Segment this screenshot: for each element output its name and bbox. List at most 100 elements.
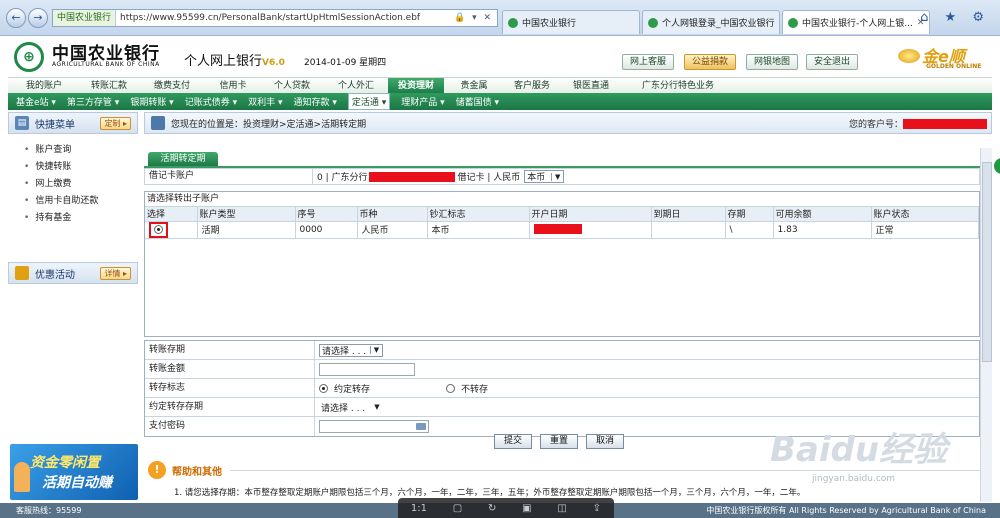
banner-line-2: 活期自动赚 bbox=[42, 475, 112, 491]
quick-item-online-payment[interactable]: 网上缴费 bbox=[24, 176, 138, 193]
share-icon[interactable]: ⇪ bbox=[593, 503, 601, 514]
quick-item-fast-transfer[interactable]: 快捷转账 bbox=[24, 159, 138, 176]
forward-icon[interactable]: → bbox=[28, 8, 48, 28]
rotate-icon[interactable]: ↻ bbox=[488, 503, 496, 514]
browser-tab-1[interactable]: 中国农业银行 bbox=[502, 10, 640, 34]
browser-chrome: ← → 中国农业银行 https://www.95599.cn/Personal… bbox=[0, 0, 1000, 36]
form-row-term: 转账存期 请选择 . . . ▼ bbox=[145, 341, 979, 360]
version-label: V6.0 bbox=[262, 58, 285, 68]
cancel-button[interactable]: 取消 bbox=[586, 434, 624, 449]
nav-my-account[interactable]: 我的账户 bbox=[8, 78, 80, 94]
table-header-row: 选择 账户类型 序号 币种 钞汇标志 开户日期 到期日 存期 可用余额 账户状态 bbox=[145, 207, 979, 222]
highlight-box bbox=[149, 221, 168, 238]
browser-tab-2[interactable]: 个人网银登录_中国农业银行 bbox=[642, 10, 780, 34]
abc-logo-icon: ⊕ bbox=[14, 42, 44, 72]
account-select-radio[interactable] bbox=[154, 224, 163, 234]
quick-item-funds[interactable]: 持有基金 bbox=[24, 210, 138, 227]
no-transfer-radio[interactable] bbox=[446, 383, 455, 393]
nav-transfer[interactable]: 转账汇款 bbox=[80, 78, 138, 94]
amount-input[interactable] bbox=[319, 362, 415, 376]
promo-detail-button[interactable]: 详情 ▸ bbox=[100, 266, 131, 280]
donation-button[interactable]: 公益捐款 bbox=[684, 54, 736, 70]
promo-header: 优惠活动 详情 ▸ bbox=[8, 262, 138, 284]
cell-term: \ bbox=[725, 221, 774, 239]
save-icon[interactable]: ▣ bbox=[522, 503, 531, 514]
subnav-dinghuotong[interactable]: 定活通 ▾ bbox=[347, 93, 391, 110]
reset-button[interactable]: 重置 bbox=[540, 434, 578, 449]
ebank-title: 个人网上银行V6.0 bbox=[184, 50, 285, 69]
compare-icon[interactable]: ◫ bbox=[557, 503, 566, 514]
form-row-agreed-term: 约定转存存期 请选择 . . . ▼ bbox=[145, 398, 979, 417]
subnav-savings-bond[interactable]: 储蓄国债 ▾ bbox=[456, 95, 499, 108]
nav-guangdong-special[interactable]: 广东分行特色业务 bbox=[622, 78, 734, 94]
gift-icon bbox=[15, 266, 29, 280]
subnav-bonds[interactable]: 记账式债券 ▾ bbox=[185, 95, 237, 108]
chevron-down-icon: ▼ bbox=[370, 346, 382, 354]
agreed-transfer-radio[interactable] bbox=[319, 383, 328, 393]
table-row[interactable]: 活期 0000 人民币 本币 \ 1.83 正常 bbox=[145, 221, 979, 239]
address-bar-icons[interactable]: 🔒 ▾ ✕ bbox=[454, 13, 497, 23]
form-row-flag: 转存标志 约定转存 不转存 bbox=[145, 379, 979, 398]
customize-button[interactable]: 定制 ▸ bbox=[100, 116, 131, 130]
safe-exit-button[interactable]: 安全退出 bbox=[806, 54, 858, 70]
browser-tab-3-active[interactable]: 中国农业银行-个人网上银... ✕ bbox=[782, 10, 930, 34]
cell-flag: 本币 bbox=[427, 221, 530, 239]
col-balance: 可用余额 bbox=[773, 207, 872, 222]
amount-label: 转账金额 bbox=[145, 360, 315, 378]
bank-name-en: AGRICULTURAL BANK OF CHINA bbox=[52, 61, 160, 68]
select-cell bbox=[145, 221, 198, 239]
subnav-shuanglifeng[interactable]: 双利丰 ▾ bbox=[248, 95, 282, 108]
url-text[interactable]: https://www.95599.cn/PersonalBank/startU… bbox=[116, 13, 454, 23]
tab-label: 个人网银登录_中国农业银行 bbox=[662, 19, 775, 29]
agreed-term-select[interactable]: 请选择 . . . ▼ bbox=[319, 400, 383, 414]
card-branch: 0 | 广东分行 bbox=[317, 173, 368, 183]
password-input[interactable] bbox=[319, 420, 429, 433]
nav-personal-loan[interactable]: 个人贷款 bbox=[260, 78, 324, 94]
col-cash-flag: 钞汇标志 bbox=[427, 207, 530, 222]
chevron-down-icon: ▼ bbox=[551, 172, 563, 181]
side-float-icon[interactable] bbox=[994, 158, 1000, 174]
term-select[interactable]: 请选择 . . . ▼ bbox=[319, 343, 383, 357]
nav-credit-card[interactable]: 信用卡 bbox=[206, 78, 260, 94]
current-date: 2014-01-09 星期四 bbox=[304, 58, 387, 68]
subnav-notice-deposit[interactable]: 通知存款 ▾ bbox=[293, 95, 336, 108]
address-bar[interactable]: 中国农业银行 https://www.95599.cn/PersonalBank… bbox=[52, 9, 498, 27]
card-type: 借记卡 | 人民币 bbox=[457, 173, 521, 183]
quick-menu-list: 账户查询 快捷转账 网上缴费 信用卡自助还款 持有基金 bbox=[8, 134, 138, 227]
currency-select[interactable]: 本币 ▼ bbox=[524, 170, 565, 183]
location-icon bbox=[151, 116, 165, 130]
quick-item-account-query[interactable]: 账户查询 bbox=[24, 142, 138, 159]
nav-customer-service[interactable]: 客户服务 bbox=[504, 78, 560, 94]
actual-size-icon[interactable]: 1:1 bbox=[411, 503, 427, 514]
scrollbar-thumb[interactable] bbox=[982, 162, 992, 362]
subnav-futures[interactable]: 银期转账 ▾ bbox=[130, 95, 173, 108]
subnav-third-party[interactable]: 第三方存管 ▾ bbox=[67, 95, 119, 108]
tab-current-to-fixed[interactable]: 活期转定期 bbox=[148, 152, 218, 166]
nav-investment[interactable]: 投资理财 bbox=[388, 77, 444, 94]
nav-hospital[interactable]: 银医直通 bbox=[560, 78, 622, 94]
hotline: 客服热线：95599 bbox=[16, 506, 82, 515]
site-identity-badge[interactable]: 中国农业银行 bbox=[53, 10, 117, 26]
debit-card-label: 借记卡账户 bbox=[145, 169, 313, 184]
home-star-gear-icons[interactable]: ⌂ ★ ⚙ bbox=[920, 10, 990, 25]
subnav-fund[interactable]: 基金e站 ▾ bbox=[16, 95, 56, 108]
nav-payment[interactable]: 缴费支付 bbox=[138, 78, 206, 94]
promo-banner[interactable]: 资金零闲置 活期自动赚 bbox=[10, 444, 138, 500]
quick-menu-title: 快捷菜单 bbox=[35, 119, 75, 131]
watermark-big: Baidu经验 bbox=[770, 430, 948, 470]
quick-item-card-repay[interactable]: 信用卡自助还款 bbox=[24, 193, 138, 210]
no-transfer-label: 不转存 bbox=[461, 384, 489, 395]
online-service-button[interactable]: 网上客服 bbox=[622, 54, 674, 70]
nav-precious-metal[interactable]: 贵金属 bbox=[444, 78, 504, 94]
keyboard-icon[interactable] bbox=[416, 423, 426, 430]
vertical-scrollbar[interactable] bbox=[980, 148, 992, 502]
tab-label: 中国农业银行 bbox=[522, 19, 577, 29]
ebank-map-button[interactable]: 网银地图 bbox=[746, 54, 798, 70]
copyright: 中国农业银行版权所有 All Rights Reserved by Agricu… bbox=[706, 506, 986, 515]
back-icon[interactable]: ← bbox=[6, 8, 26, 28]
sub-nav: 基金e站 ▾ 第三方存管 ▾ 银期转账 ▾ 记账式债券 ▾ 双利丰 ▾ 通知存款… bbox=[8, 93, 992, 110]
fit-icon[interactable]: ▢ bbox=[453, 503, 462, 514]
nav-forex[interactable]: 个人外汇 bbox=[324, 78, 388, 94]
subnav-wealth[interactable]: 理财产品 ▾ bbox=[401, 95, 444, 108]
submit-button[interactable]: 提交 bbox=[494, 434, 532, 449]
